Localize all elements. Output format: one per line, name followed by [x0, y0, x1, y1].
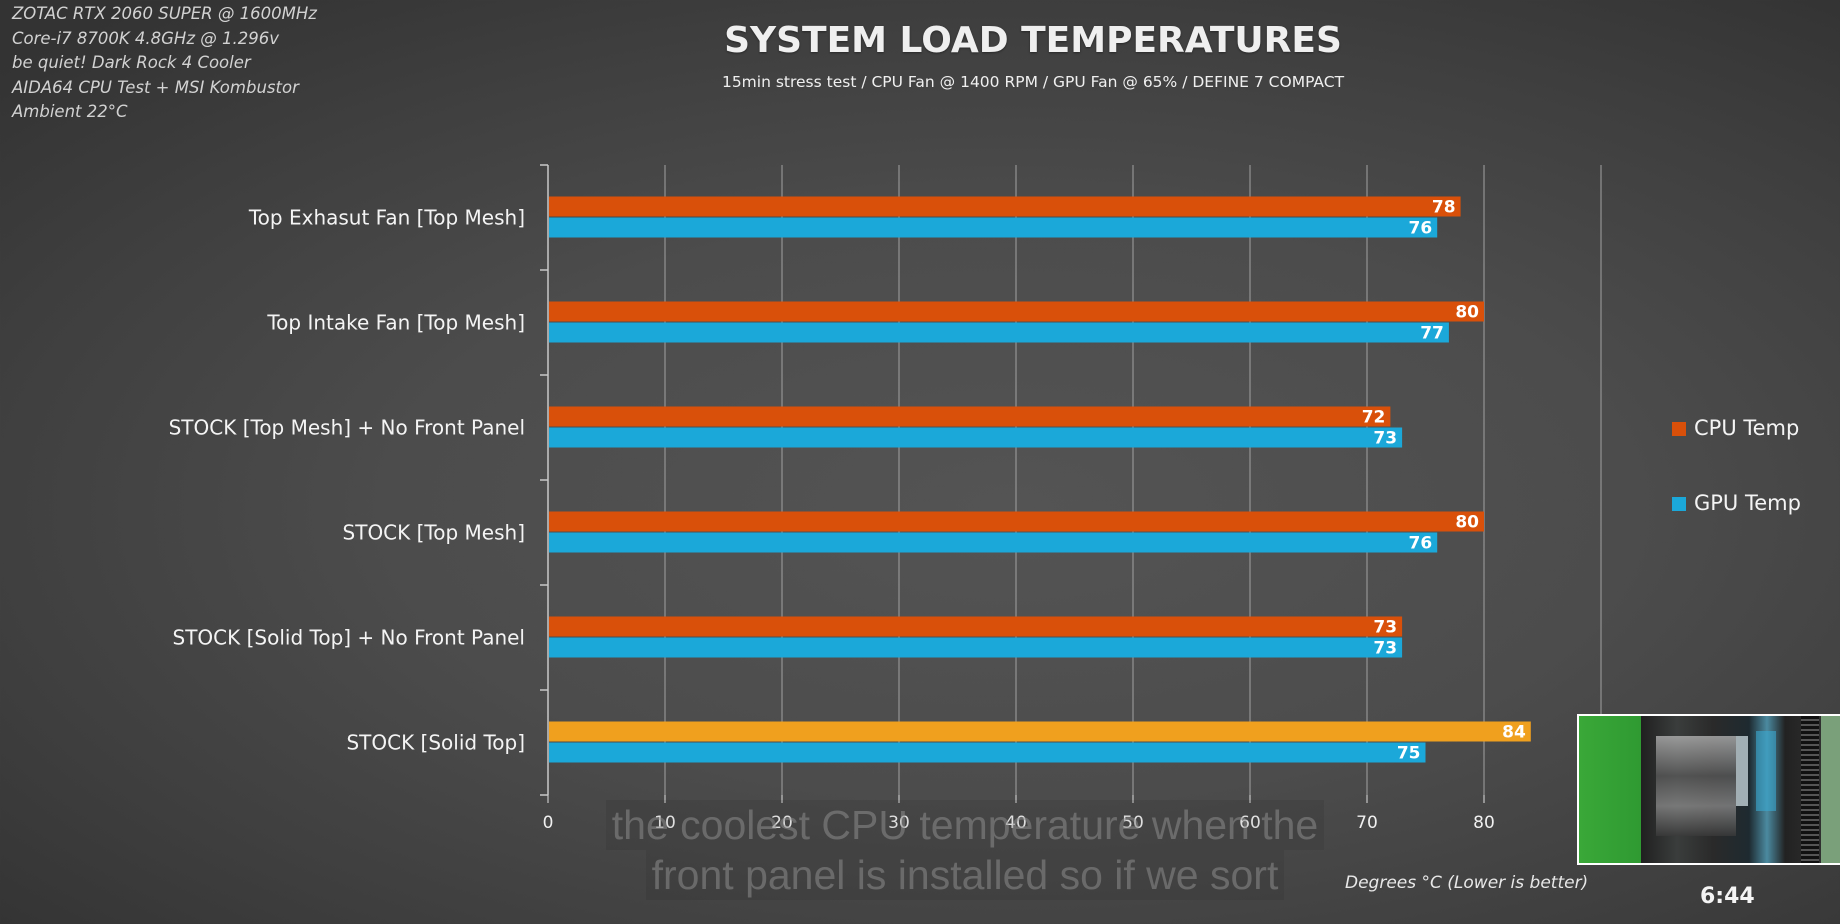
thumbnail-case-interior [1641, 716, 1821, 863]
caption-line-2: front panel is installed so if we sort [645, 850, 1285, 900]
legend-item-gpu: GPU Temp [1672, 491, 1801, 515]
bar-gpu-temp [549, 217, 1438, 238]
legend-swatch-cpu [1672, 422, 1686, 436]
data-label-cpu: 80 [1455, 303, 1479, 323]
caption-line-1: the coolest CPU temperature when the [605, 800, 1325, 850]
data-label-gpu: 76 [1409, 534, 1433, 554]
data-label-cpu: 78 [1432, 198, 1456, 218]
category-label: Top Exhasut Fan [Top Mesh] [248, 206, 525, 230]
data-label-gpu: 77 [1420, 324, 1444, 344]
data-label-gpu: 73 [1373, 639, 1397, 659]
thumbnail-green-screen [1579, 716, 1641, 863]
bar-cpu-temp [549, 301, 1484, 322]
bar-cpu-temp [549, 406, 1391, 427]
bar-gpu-temp [549, 637, 1403, 658]
category-label: STOCK [Solid Top] + No Front Panel [173, 626, 525, 650]
thumbnail-ram [1736, 736, 1748, 806]
data-label-gpu: 73 [1373, 429, 1397, 449]
bar-gpu-temp [549, 322, 1449, 343]
data-label-cpu: 72 [1362, 408, 1386, 428]
data-label-cpu: 80 [1455, 513, 1479, 533]
bar-gpu-temp [549, 532, 1438, 553]
category-label: Top Intake Fan [Top Mesh] [266, 311, 525, 335]
category-label: STOCK [Top Mesh] [343, 521, 525, 545]
bar-cpu-temp [549, 511, 1484, 532]
bar-chart: 0 10 20 30 40 50 60 70 80Top Exhasut Fan [Top Me… [169, 164, 1602, 833]
bar-gpu-temp [549, 742, 1426, 763]
video-timestamp: 6:44 [1700, 884, 1755, 909]
legend-item-cpu: CPU Temp [1672, 416, 1799, 440]
thumbnail-motherboard [1656, 736, 1736, 836]
thumbnail-side-panel [1821, 716, 1840, 863]
category-label: STOCK [Top Mesh] + No Front Panel [169, 416, 525, 440]
data-label-cpu: 73 [1373, 618, 1397, 638]
video-preview-thumbnail[interactable] [1577, 714, 1840, 865]
bar-gpu-temp [549, 427, 1403, 448]
bar-cpu-temp [549, 196, 1461, 217]
bar-cpu-temp [549, 721, 1531, 742]
data-label-gpu: 76 [1409, 219, 1433, 239]
thumbnail-cooler [1756, 731, 1776, 811]
bar-cpu-temp [549, 616, 1403, 637]
thumbnail-case-rail [1801, 716, 1819, 863]
legend-label-cpu: CPU Temp [1694, 416, 1800, 440]
category-label: STOCK [Solid Top] [346, 731, 525, 755]
data-label-cpu: 84 [1502, 723, 1526, 743]
video-captions: the coolest CPU temperature when the fro… [0, 800, 1840, 900]
legend-swatch-gpu [1672, 497, 1686, 511]
data-label-gpu: 75 [1397, 744, 1421, 764]
legend-label-gpu: GPU Temp [1694, 491, 1801, 515]
